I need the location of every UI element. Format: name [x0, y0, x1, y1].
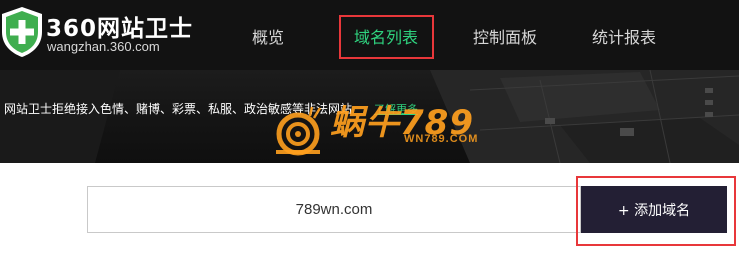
- top-navigation-bar: 360网站卫士 wangzhan.360.com 概览 域名列表 控制面板 统计…: [0, 0, 739, 80]
- brand-domain: wangzhan.360.com: [47, 39, 160, 54]
- brand-name: 360网站卫士: [46, 16, 194, 42]
- nav-tab-control-panel[interactable]: 控制面板: [473, 26, 537, 52]
- nav-tab-overview[interactable]: 概览: [252, 26, 284, 52]
- highlight-box-add-domain: [576, 176, 736, 246]
- nav-tab-statistics-reports[interactable]: 统计报表: [592, 26, 656, 52]
- snail-icon: [276, 106, 322, 156]
- domain-input[interactable]: [87, 186, 581, 233]
- highlight-box-domain-list: [339, 15, 434, 59]
- site-logo[interactable]: 360网站卫士 wangzhan.360.com: [0, 6, 230, 62]
- watermark-url: WN789.COM: [404, 133, 479, 145]
- banner: 网站卫士拒绝接入色情、赌博、彩票、私服、政治敏感等非法网站 了解更多 蜗牛789…: [0, 70, 739, 163]
- shield-plus-icon: [2, 7, 42, 57]
